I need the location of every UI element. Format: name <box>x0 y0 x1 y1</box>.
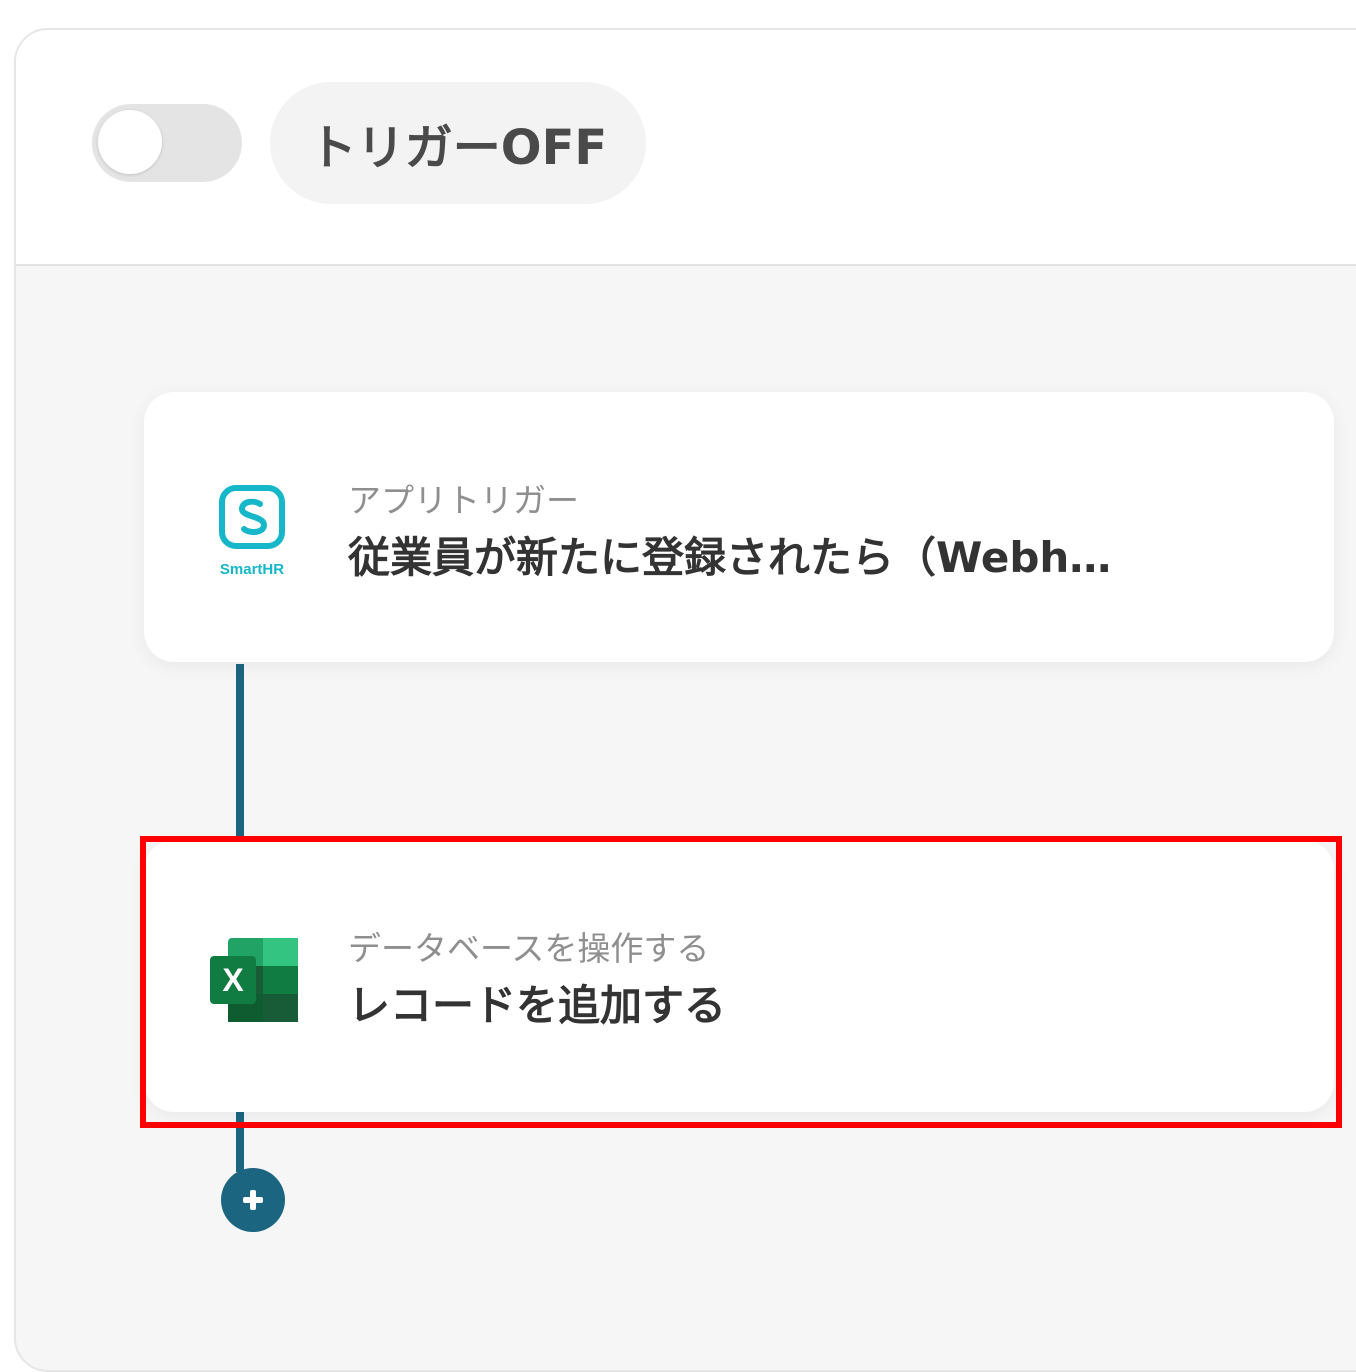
flow-step-card-trigger[interactable]: SmartHR アプリトリガー 従業員が新たに登録されたら（Webh… <box>144 392 1334 662</box>
trigger-status-label: トリガーOFF <box>308 120 608 176</box>
excel-logo-icon: X <box>210 938 298 1022</box>
flow-editor-panel: トリガーOFF <box>14 28 1356 1372</box>
plus-icon <box>243 1190 263 1210</box>
flow-connector-line <box>236 1112 244 1172</box>
svg-text:SmartHR: SmartHR <box>220 561 284 578</box>
flow-connector-line <box>236 664 244 840</box>
add-step-button[interactable] <box>221 1168 285 1232</box>
toggle-knob <box>98 110 162 174</box>
smarthr-logo-icon: SmartHR <box>219 485 285 578</box>
step-action-title: レコードを追加する <box>348 981 727 1030</box>
flow-step-card-action[interactable]: X データベースを操作する レコードを追加する <box>144 840 1334 1112</box>
step-action-title: 従業員が新たに登録されたら（Webh… <box>348 533 1112 582</box>
step-category-label: アプリトリガー <box>348 481 579 520</box>
trigger-status-badge: トリガーOFF <box>270 82 646 204</box>
svg-text:X: X <box>222 962 244 998</box>
trigger-toggle[interactable] <box>92 104 242 182</box>
step-category-label: データベースを操作する <box>348 929 710 968</box>
flow-header: トリガーOFF <box>16 30 1356 266</box>
